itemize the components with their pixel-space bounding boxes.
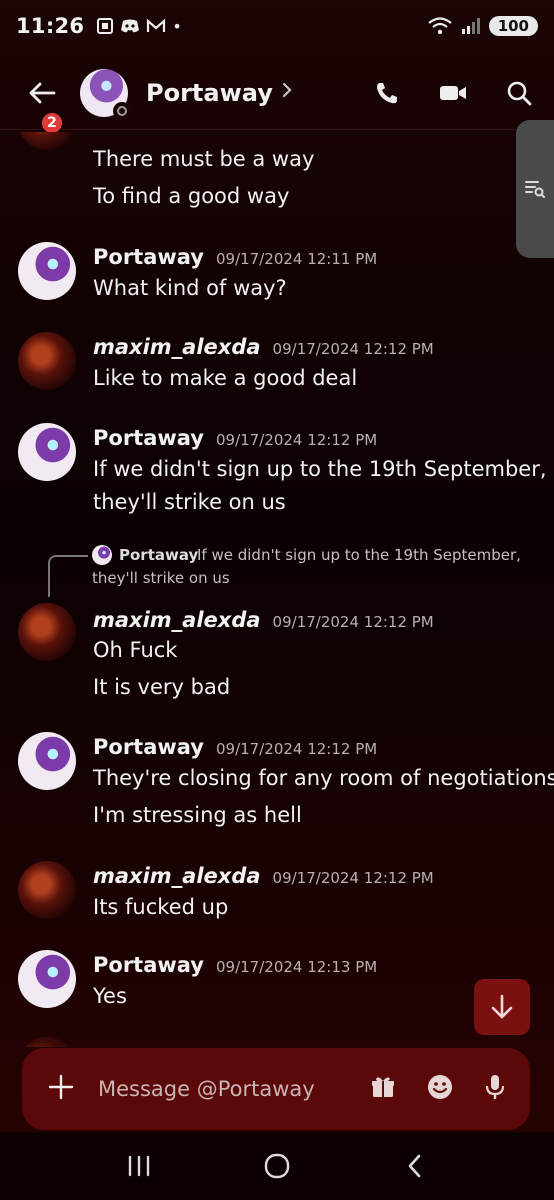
timestamp: 09/17/2024 12:13 PM (216, 958, 378, 976)
system-back-button[interactable] (395, 1146, 435, 1186)
username[interactable]: Portaway (93, 953, 204, 977)
message-text: they'll strike on us (93, 490, 286, 514)
reply-text: If we didn't sign up to the 19th Septemb… (197, 546, 521, 564)
home-button[interactable] (257, 1146, 297, 1186)
username[interactable]: Portaway (93, 426, 204, 450)
voice-call-button[interactable] (372, 78, 402, 108)
timestamp: 09/17/2024 12:12 PM (272, 869, 434, 887)
gift-icon (372, 1077, 394, 1097)
message-text: If we didn't sign up to the 19th Septemb… (93, 457, 547, 481)
timestamp: 09/17/2024 12:12 PM (216, 740, 378, 758)
avatar[interactable] (18, 423, 76, 481)
reply-text: they'll strike on us (92, 569, 230, 587)
chevron-left-icon (408, 1154, 421, 1178)
microphone-icon (485, 1075, 505, 1099)
plus-icon (48, 1074, 74, 1100)
message-text: What kind of way? (93, 276, 287, 300)
username[interactable]: Portaway (93, 735, 204, 759)
status-offline-icon (113, 101, 131, 120)
voice-message-button[interactable] (484, 1073, 506, 1105)
avatar (18, 1037, 76, 1047)
thread-search-icon (525, 181, 545, 198)
status-bar: 11:26 • 100 (0, 0, 554, 52)
system-nav-bar (0, 1132, 554, 1200)
video-call-button[interactable] (438, 78, 468, 108)
message-text: It is very bad (93, 675, 231, 699)
wifi-icon (427, 17, 452, 35)
battery-indicator: 100 (488, 16, 538, 36)
arrow-down-icon (491, 994, 513, 1019)
channel-title[interactable]: Portaway (146, 79, 273, 107)
message-text: I'm stressing as hell (93, 803, 302, 827)
avatar[interactable] (18, 950, 76, 1008)
username[interactable]: Portaway (93, 245, 204, 269)
status-time: 11:26 (16, 14, 85, 38)
message-text: Its fucked up (93, 895, 229, 919)
avatar[interactable] (18, 242, 76, 300)
avatar (92, 545, 112, 565)
discord-icon (121, 19, 140, 33)
message-input[interactable] (98, 1077, 328, 1101)
avatar[interactable] (18, 603, 76, 661)
screenshot-icon (97, 18, 114, 34)
recents-icon (128, 1155, 150, 1177)
video-camera-icon (440, 85, 466, 100)
chat-header: 2 Portaway (0, 56, 554, 135)
timestamp: 09/17/2024 12:12 PM (216, 431, 378, 449)
emoji-button[interactable] (426, 1073, 454, 1105)
mail-icon (147, 18, 166, 32)
phone-icon (377, 82, 397, 103)
search-icon (507, 81, 532, 105)
timestamp: 09/17/2024 12:11 PM (216, 250, 378, 268)
arrow-left-icon (29, 82, 56, 103)
message-text: Oh Fuck (93, 638, 178, 662)
username[interactable]: maxim_alexda (93, 608, 261, 632)
message-text: They're closing for any room of negotiat… (93, 766, 554, 790)
avatar[interactable] (18, 732, 76, 790)
avatar[interactable] (18, 861, 76, 919)
chevron-right-icon[interactable] (281, 80, 293, 105)
reply-line (48, 555, 88, 597)
avatar[interactable] (18, 132, 76, 150)
jump-to-bottom-button[interactable] (474, 979, 530, 1035)
username[interactable]: maxim_alexda (93, 335, 261, 359)
username[interactable]: maxim_alexda (93, 864, 261, 888)
avatar[interactable] (18, 332, 76, 390)
emoji-icon (428, 1075, 452, 1099)
unread-badge: 2 (40, 110, 64, 135)
message-list[interactable]: There must be a way To find a good way P… (0, 132, 554, 1047)
member-list-toggle[interactable] (516, 120, 554, 258)
notification-icons: • (96, 16, 182, 36)
message-text: To find a good way (93, 184, 290, 208)
gift-button[interactable] (370, 1074, 396, 1104)
recent-apps-button[interactable] (119, 1146, 159, 1186)
dot-icon: • (172, 16, 182, 36)
signal-icon (461, 18, 480, 34)
message-text: Yes (93, 984, 127, 1008)
add-attachment-button[interactable] (46, 1070, 76, 1108)
reply-author: Portaway (119, 546, 199, 564)
back-button[interactable]: 2 (20, 71, 64, 135)
timestamp: 09/17/2024 12:12 PM (272, 613, 434, 631)
avatar[interactable] (80, 68, 131, 120)
message-composer (22, 1048, 530, 1130)
timestamp: 09/17/2024 12:12 PM (272, 340, 434, 358)
message-text: Like to make a good deal (93, 366, 358, 390)
search-button[interactable] (504, 78, 534, 108)
home-icon (264, 1153, 290, 1179)
message-text: There must be a way (93, 147, 315, 171)
